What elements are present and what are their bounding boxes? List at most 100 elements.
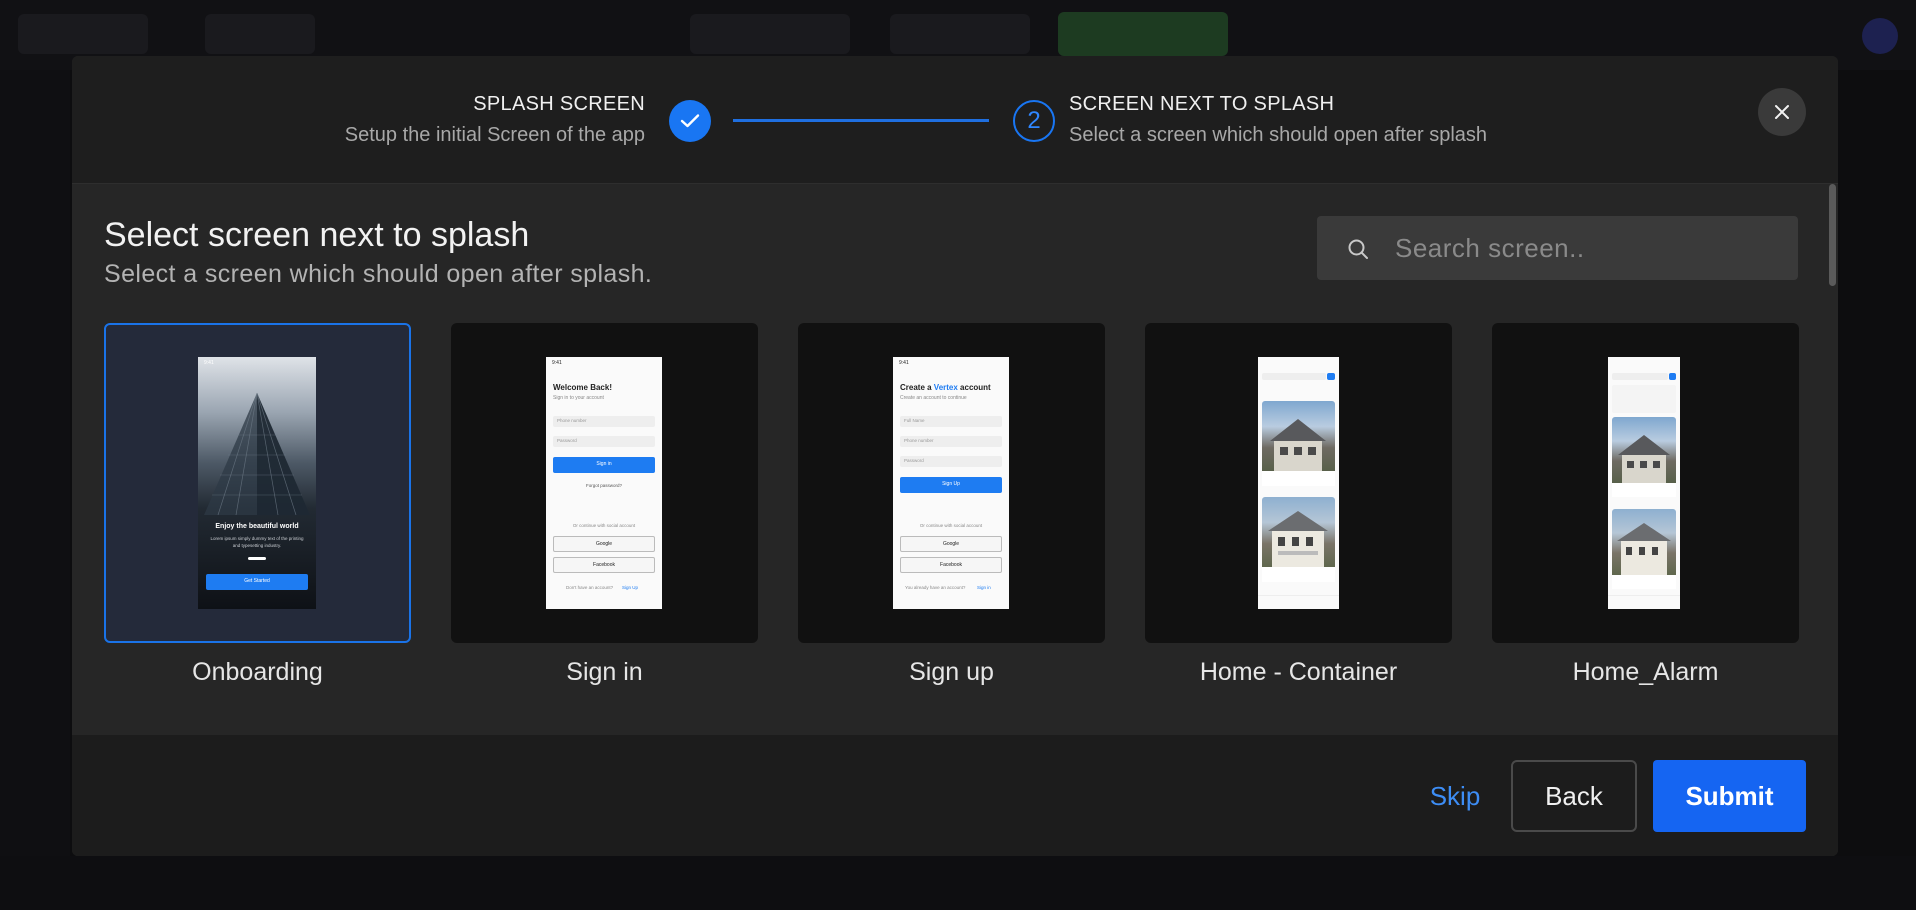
bottom-nav <box>1608 595 1680 609</box>
background-action-button <box>1058 12 1228 56</box>
google-button: Google <box>553 536 655 552</box>
home-container-thumbnail <box>1258 357 1339 609</box>
search-box <box>1317 216 1798 280</box>
password-field: Password <box>553 436 655 447</box>
scrollbar[interactable] <box>1829 184 1836 286</box>
step-screen-next-to-splash: SCREEN NEXT TO SPLASH Select a screen wh… <box>1069 93 1487 147</box>
signin-prompt: You already have an account? <box>905 585 966 590</box>
search-bar <box>1612 373 1668 380</box>
forgot-password-link: Forgot password? <box>585 483 623 488</box>
facebook-button: Facebook <box>553 557 655 573</box>
page-subtitle: Select a screen which should open after … <box>104 260 653 288</box>
background-sidebar <box>0 70 70 910</box>
screen-label: Onboarding <box>192 658 323 686</box>
building-image <box>204 392 310 515</box>
status-time: 9:41 <box>899 360 909 366</box>
sign-up-subtitle: Create an account to continue <box>900 395 967 401</box>
google-label: Google <box>942 541 960 547</box>
page-indicator <box>248 557 266 560</box>
signup-link: Sign Up <box>622 585 639 590</box>
phone-field: Phone number <box>553 416 655 427</box>
property-info <box>1262 471 1335 486</box>
background-avatar <box>1862 18 1898 54</box>
step-number: 2 <box>1013 100 1055 142</box>
sign-up-button-label: Sign Up <box>942 481 960 487</box>
google-label: Google <box>595 541 613 547</box>
stepper: SPLASH SCREEN Setup the initial Screen o… <box>72 56 1838 184</box>
social-divider: Or continue with social account <box>919 523 983 528</box>
search-input[interactable] <box>1395 216 1785 280</box>
onboarding-body: and typesetting industry. <box>232 543 282 548</box>
step-connector <box>733 119 989 122</box>
facebook-label: Facebook <box>940 562 962 568</box>
background-menu <box>205 14 315 54</box>
submit-button[interactable]: Submit <box>1653 760 1806 832</box>
sign-up-thumbnail: 9:41 Create a Vertex account Create an a… <box>893 357 1009 609</box>
background-tab <box>690 14 850 54</box>
screen-card-home-alarm[interactable] <box>1492 323 1799 643</box>
screen-label: Sign up <box>909 658 994 686</box>
search-bar <box>1262 373 1326 380</box>
screen-card-onboarding[interactable]: 9:41 Enjoy the beautiful world Lorem ips… <box>104 323 411 643</box>
step-subtitle: Setup the initial Screen of the app <box>344 124 645 146</box>
get-started-label: Get Started <box>244 578 270 584</box>
content-area: Select screen next to splash Select a sc… <box>72 184 1838 804</box>
page-title: Select screen next to splash <box>104 216 530 254</box>
close-button[interactable] <box>1758 88 1806 136</box>
home-alarm-thumbnail <box>1608 357 1680 609</box>
sign-in-button: Sign in <box>553 457 655 473</box>
name-field: Full Name <box>900 416 1002 427</box>
property-info <box>1612 483 1676 497</box>
close-icon <box>1775 105 1789 119</box>
sign-in-subtitle: Sign in to your account <box>553 395 604 401</box>
onboarding-heading: Enjoy the beautiful world <box>215 523 299 530</box>
back-button[interactable]: Back <box>1511 760 1637 832</box>
background-tab <box>890 14 1030 54</box>
modal-footer: Skip Back Submit <box>72 735 1838 856</box>
property-info <box>1262 567 1335 582</box>
step-title: SCREEN NEXT TO SPLASH <box>1069 93 1335 115</box>
property-info <box>1612 575 1676 589</box>
phone-field: Phone number <box>900 436 1002 447</box>
background-logo <box>18 14 148 54</box>
status-time: 9:41 <box>204 360 214 366</box>
facebook-label: Facebook <box>593 562 615 568</box>
search-icon <box>1348 239 1368 259</box>
onboarding-body: Lorem ipsum simply dummy text of the pri… <box>210 536 304 541</box>
signup-prompt: Don't have an account? <box>566 585 614 590</box>
brand-name: Vertex <box>933 383 958 392</box>
screen-card-sign-up[interactable]: 9:41 Create a Vertex account Create an a… <box>798 323 1105 643</box>
screen-label: Sign in <box>566 658 643 686</box>
screen-card-sign-in[interactable]: 9:41 Welcome Back! Sign in to your accou… <box>451 323 758 643</box>
screen-label: Home - Container <box>1199 658 1398 686</box>
name-field-label: Full Name <box>904 418 925 423</box>
google-button: Google <box>900 536 1002 552</box>
select-screen-modal: SPLASH SCREEN Setup the initial Screen o… <box>72 56 1838 856</box>
onboarding-thumbnail: 9:41 Enjoy the beautiful world Lorem ips… <box>198 357 316 609</box>
skip-button[interactable]: Skip <box>1400 760 1510 832</box>
phone-field-label: Phone number <box>904 438 934 443</box>
filter-icon <box>1669 373 1676 380</box>
screen-label: Home_Alarm <box>1572 658 1719 686</box>
signin-link: Sign in <box>977 585 991 590</box>
social-divider: Or continue with social account <box>572 523 636 528</box>
facebook-button: Facebook <box>900 557 1002 573</box>
sign-up-button: Sign Up <box>900 477 1002 493</box>
background-bottombar <box>0 856 1916 910</box>
step-title: SPLASH SCREEN <box>473 93 645 115</box>
step-subtitle: Select a screen which should open after … <box>1069 124 1488 146</box>
phone-field-label: Phone number <box>557 418 587 423</box>
password-field: Password <box>900 456 1002 467</box>
password-field-label: Password <box>557 438 577 443</box>
sign-in-heading: Welcome Back! <box>553 383 612 392</box>
heading-part: Create a <box>900 383 934 392</box>
screen-card-home-container[interactable] <box>1145 323 1452 643</box>
step-complete-check-icon <box>669 100 711 142</box>
bottom-nav <box>1258 595 1339 609</box>
heading-part: account <box>957 383 991 392</box>
get-started-button: Get Started <box>206 574 308 590</box>
password-field-label: Password <box>904 458 924 463</box>
sign-in-button-label: Sign in <box>596 461 612 467</box>
sign-in-thumbnail: 9:41 Welcome Back! Sign in to your accou… <box>546 357 662 609</box>
alarm-card <box>1612 385 1676 413</box>
